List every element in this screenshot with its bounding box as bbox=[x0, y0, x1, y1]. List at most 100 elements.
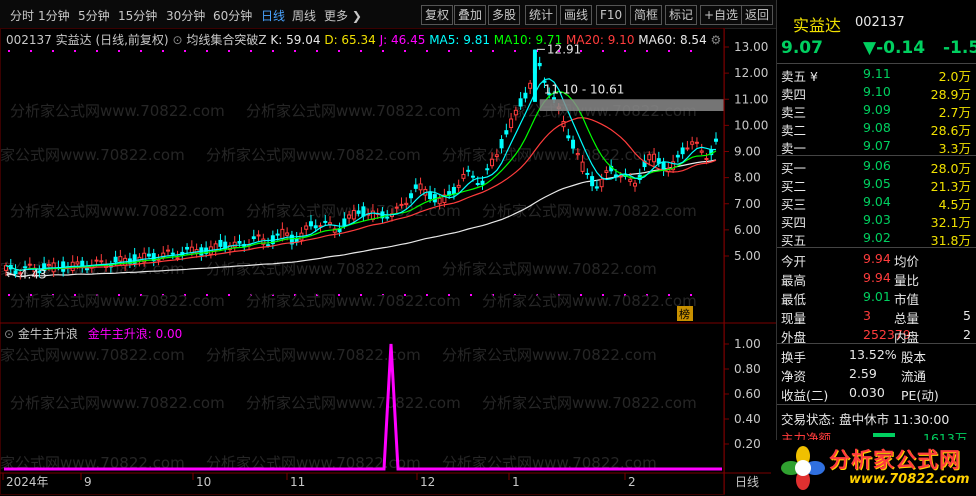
candle-body bbox=[342, 218, 347, 226]
date-label: 2024年 bbox=[6, 475, 49, 489]
bid-row[interactable]: 买三 9.04 4.5万 bbox=[777, 194, 976, 212]
add-watchlist-button[interactable]: +自选 bbox=[700, 5, 743, 25]
multi-stock-button[interactable]: 多股 bbox=[488, 5, 521, 25]
price-tick-label: 9.00 bbox=[734, 145, 761, 159]
sub-indicator-icon[interactable]: ⊙ bbox=[4, 327, 18, 341]
settings-icon[interactable]: ⚙ bbox=[711, 33, 722, 47]
candle-body bbox=[675, 154, 680, 158]
period-tab-5min[interactable]: 5分钟 bbox=[78, 7, 110, 24]
stat-row[interactable]: 现量 3 总量 5 bbox=[777, 308, 976, 326]
fund-row[interactable]: 收益(二) 0.030 PE(动) bbox=[777, 385, 976, 403]
reference-dot bbox=[30, 50, 32, 52]
price-change: ▼-0.14 bbox=[863, 38, 926, 58]
stat-label: 现量 bbox=[781, 311, 807, 326]
sub-indicator-name[interactable]: 金牛主升浪 bbox=[18, 327, 78, 341]
ask-row[interactable]: 卖五 ¥ 9.11 2.0万 bbox=[777, 66, 976, 84]
stat-label: 最低 bbox=[781, 292, 807, 307]
ask-volume: 3.3万 bbox=[938, 141, 971, 156]
ask-row[interactable]: 卖一 9.07 3.3万 bbox=[777, 138, 976, 156]
reference-dot bbox=[228, 294, 230, 296]
sub-tick-label: 0.20 bbox=[734, 437, 761, 451]
candle-body bbox=[594, 186, 599, 189]
period-tab-60min[interactable]: 60分钟 bbox=[213, 7, 252, 24]
stat-row[interactable]: 今开 9.94 均价 bbox=[777, 251, 976, 269]
ma20-value: MA20: 9.10 bbox=[566, 33, 635, 47]
watermark-text: 分析家公式网www.70822.com bbox=[442, 260, 657, 278]
price-tick-label: 13.00 bbox=[734, 40, 768, 54]
candle-body bbox=[523, 92, 528, 99]
statistics-button[interactable]: 统计 bbox=[525, 5, 558, 25]
watermark-text: 分析家公式网www.70822.com bbox=[442, 346, 657, 364]
ask-price: 9.09 bbox=[863, 102, 891, 117]
watermark-text: 分析家公式网www.70822.com bbox=[482, 292, 697, 310]
chart-overlay: 11.10 - 10.6112.91← 4.43榜 bbox=[6, 42, 724, 321]
overlay-button[interactable]: 叠加 bbox=[454, 5, 487, 25]
bid-price: 9.02 bbox=[863, 230, 891, 245]
bid-row[interactable]: 买二 9.05 21.3万 bbox=[777, 176, 976, 194]
watermark-text: 分析家公式网www.70822.com bbox=[10, 394, 225, 412]
period-tab-1min[interactable]: 1分钟 bbox=[38, 7, 70, 24]
candle-body bbox=[714, 138, 718, 142]
period-tab-daily[interactable]: 日线 bbox=[261, 7, 285, 24]
watermark-text: 分析家公式网www.70822.com bbox=[206, 146, 421, 164]
bid-volume: 21.3万 bbox=[930, 179, 971, 194]
bid-row[interactable]: 买一 9.06 28.0万 bbox=[777, 158, 976, 176]
candle-body bbox=[632, 182, 637, 187]
reference-dot bbox=[404, 50, 406, 52]
candle-body bbox=[94, 259, 99, 262]
stat-row[interactable]: 最高 9.94 量比 bbox=[777, 270, 976, 288]
candle-body bbox=[494, 154, 499, 158]
reference-dot bbox=[426, 50, 428, 52]
sub-indicator-value: 金牛主升浪: 0.00 bbox=[87, 327, 183, 341]
kline-chart[interactable]: 分析家公式网www.70822.com 分析家公式网www.70822.com 分析… bbox=[0, 28, 776, 496]
candle-body bbox=[490, 158, 495, 167]
price-range-band bbox=[539, 99, 724, 112]
bid-row[interactable]: 买五 9.02 31.8万 bbox=[777, 230, 976, 248]
period-tab-15min[interactable]: 15分钟 bbox=[118, 7, 157, 24]
sub-tick-label: 0.80 bbox=[734, 362, 761, 376]
period-tab-weekly[interactable]: 周线 bbox=[292, 7, 316, 24]
ask-row[interactable]: 卖四 9.10 28.9万 bbox=[777, 84, 976, 102]
bid-label: 买五 bbox=[781, 233, 807, 248]
reference-dot bbox=[162, 50, 164, 52]
j-value: J: 46.45 bbox=[379, 33, 426, 47]
indicator-name[interactable]: 均线集合突破Z bbox=[186, 33, 266, 47]
sub-tick-label: 0.60 bbox=[734, 387, 761, 401]
stat-row[interactable]: 最低 9.01 市值 bbox=[777, 289, 976, 307]
candle-body bbox=[428, 191, 433, 200]
adjust-button[interactable]: 复权 bbox=[421, 5, 454, 25]
date-label: 10 bbox=[196, 475, 211, 489]
candle-body bbox=[409, 193, 414, 199]
candle-body bbox=[485, 168, 490, 171]
flower-logo-icon bbox=[781, 446, 825, 490]
stat-row[interactable]: 外盘 252379 内盘 2 bbox=[777, 327, 976, 345]
bid-row[interactable]: 买四 9.03 32.1万 bbox=[777, 212, 976, 230]
draw-line-button[interactable]: 画线 bbox=[560, 5, 593, 25]
stock-title: 002137 实益达 (日线,前复权) bbox=[6, 33, 169, 47]
period-tab-more[interactable]: 更多 ❯ bbox=[324, 7, 362, 24]
period-tab-fenshi[interactable]: 分时 bbox=[10, 7, 34, 24]
indicator-icon[interactable]: ⊙ bbox=[172, 33, 182, 47]
candle-body bbox=[266, 244, 271, 247]
bid-price: 9.04 bbox=[863, 194, 891, 209]
watermark-text: 分析家公式网www.70822.com bbox=[482, 202, 697, 220]
candle-body bbox=[470, 175, 475, 178]
f10-button[interactable]: F10 bbox=[596, 5, 627, 25]
period-tab-30min[interactable]: 30分钟 bbox=[166, 7, 205, 24]
candle-body bbox=[61, 261, 66, 272]
simple-frame-button[interactable]: 简框 bbox=[630, 5, 663, 25]
candle-body bbox=[237, 241, 242, 244]
fund-row[interactable]: 换手 13.52% 股本 bbox=[777, 347, 976, 365]
mark-button[interactable]: 标记 bbox=[665, 5, 698, 25]
fund-row[interactable]: 净资 2.59 流通 bbox=[777, 366, 976, 384]
stat-label: 今开 bbox=[781, 254, 807, 269]
candle-body bbox=[175, 257, 180, 260]
back-button[interactable]: 返回 bbox=[741, 5, 774, 25]
ask-row[interactable]: 卖三 9.09 2.7万 bbox=[777, 102, 976, 120]
ask-volume: 2.0万 bbox=[938, 69, 971, 84]
candle-body bbox=[628, 178, 633, 182]
watermark-text: 分析家公式网www.70822.com bbox=[10, 202, 225, 220]
candle-body bbox=[652, 153, 657, 163]
ask-row[interactable]: 卖二 9.08 28.6万 bbox=[777, 120, 976, 138]
reference-dot bbox=[668, 50, 670, 52]
